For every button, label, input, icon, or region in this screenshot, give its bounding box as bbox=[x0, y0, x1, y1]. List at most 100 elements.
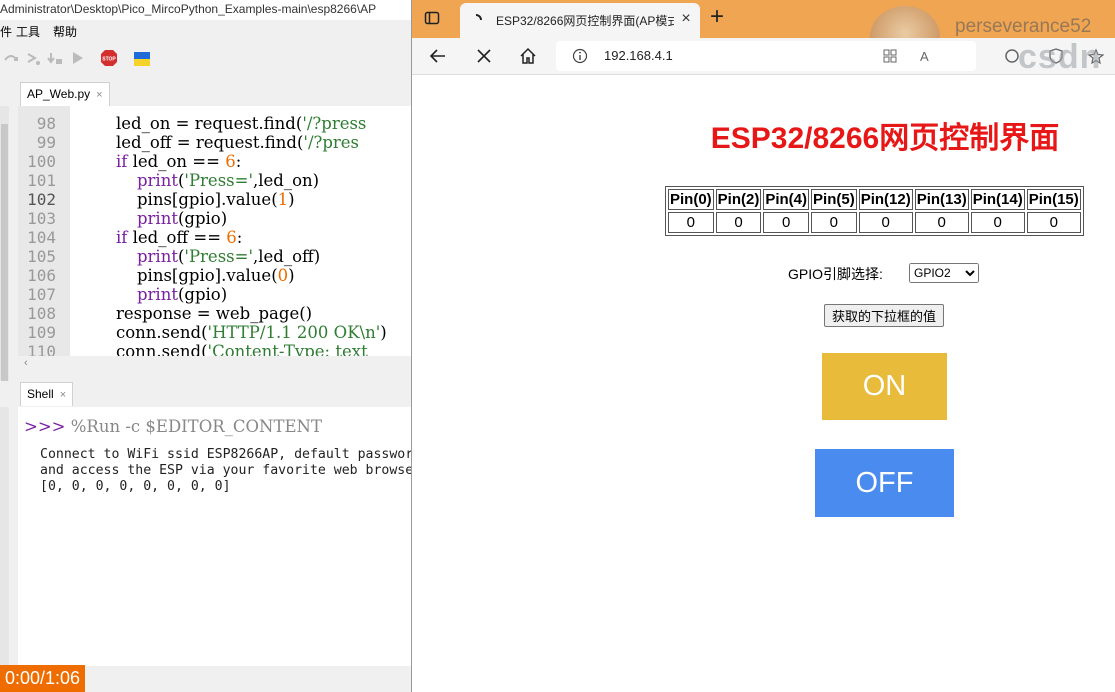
tab-close-icon[interactable]: × bbox=[678, 11, 694, 27]
line-number: 108 bbox=[27, 304, 56, 323]
menu-item-file[interactable]: 件 bbox=[0, 22, 12, 42]
home-icon[interactable] bbox=[518, 46, 538, 66]
scrollbar-thumb[interactable] bbox=[1, 124, 8, 384]
code-line: conn.send('Content-Type: text bbox=[116, 342, 368, 356]
close-icon[interactable]: × bbox=[60, 389, 66, 401]
tab-actions-icon[interactable] bbox=[424, 10, 440, 26]
code-horizontal-scrollbar[interactable]: ‹ bbox=[18, 356, 411, 371]
table-header-row: Pin(0) Pin(2) Pin(4) Pin(5) Pin(12) Pin(… bbox=[668, 189, 1081, 210]
code-line: led_on = request.find('/?press bbox=[116, 114, 367, 133]
url-text: 192.168.4.1 bbox=[604, 48, 673, 63]
ukraine-flag-icon bbox=[134, 52, 150, 66]
line-number: 107 bbox=[27, 285, 56, 304]
svg-text:A: A bbox=[920, 49, 929, 64]
debug-icon[interactable] bbox=[3, 50, 19, 66]
line-number: 104 bbox=[27, 228, 56, 247]
code-line: pins[gpio].value(1) bbox=[116, 190, 295, 209]
code-line: print(gpio) bbox=[136, 285, 228, 304]
svg-text:STOP: STOP bbox=[102, 57, 116, 63]
off-button[interactable]: OFF bbox=[815, 449, 954, 517]
line-number: 100 bbox=[27, 152, 56, 171]
code-line: if led_on == 6: bbox=[116, 152, 242, 171]
shell-tab[interactable]: Shell × bbox=[20, 382, 74, 406]
line-number: 98 bbox=[36, 114, 56, 133]
resume-icon[interactable] bbox=[69, 50, 85, 66]
code-editor[interactable]: 98 99 100 101 102 103 104 105 106 107 10… bbox=[18, 106, 411, 356]
get-dropdown-value-button[interactable]: 获取的下拉框的值 bbox=[824, 304, 944, 327]
line-number-current: 102 bbox=[27, 190, 56, 209]
pin-header: Pin(0) bbox=[668, 189, 714, 210]
table-row: 0 0 0 0 0 0 0 0 bbox=[668, 212, 1081, 233]
code-line: print('Press=',led_on) bbox=[136, 171, 320, 190]
watermark-csdn-logo: csdn bbox=[1018, 38, 1102, 76]
browser-window: ESP32/8266网页控制界面(AP模式 × + perseverance52… bbox=[411, 0, 1115, 692]
code-line: led_off = request.find('/?pres bbox=[116, 133, 360, 152]
page-title: ESP32/8266网页控制界面 bbox=[710, 122, 1060, 155]
ide-title-bar: Administrator\Desktop\Pico_MircoPython_E… bbox=[0, 0, 411, 20]
stop-loading-x-icon[interactable] bbox=[474, 46, 494, 66]
video-timestamp: 0:00/1:06 bbox=[0, 665, 85, 692]
pin-value: 0 bbox=[858, 212, 913, 233]
web-page-content: ESP32/8266网页控制界面 Pin(0) Pin(2) Pin(4) Pi… bbox=[412, 75, 1115, 692]
code-line: if led_off == 6: bbox=[116, 228, 243, 247]
read-aloud-icon[interactable]: A bbox=[918, 48, 934, 64]
step-into-icon[interactable] bbox=[47, 50, 63, 66]
step-over-icon[interactable] bbox=[25, 50, 41, 66]
shell-tab-label: Shell bbox=[27, 387, 54, 401]
pin-value: 0 bbox=[914, 212, 969, 233]
site-info-icon[interactable] bbox=[572, 48, 588, 64]
editor-tab-label: AP_Web.py bbox=[27, 87, 91, 101]
ide-toolbar: STOP bbox=[0, 46, 411, 74]
pin-header: Pin(15) bbox=[1026, 189, 1081, 210]
code-line: conn.send('HTTP/1.1 200 OK\n') bbox=[116, 323, 387, 342]
pin-value: 0 bbox=[715, 212, 762, 233]
menu-item-help[interactable]: 帮助 bbox=[53, 22, 77, 42]
pin-header: Pin(13) bbox=[914, 189, 969, 210]
line-number: 101 bbox=[27, 171, 56, 190]
shell-output-line: and access the ESP via your favorite web… bbox=[40, 463, 411, 478]
browser-tab-title: ESP32/8266网页控制界面(AP模式 bbox=[496, 14, 674, 28]
pin-status-table: Pin(0) Pin(2) Pin(4) Pin(5) Pin(12) Pin(… bbox=[665, 186, 1084, 236]
code-line: pins[gpio].value(0) bbox=[116, 266, 295, 285]
code-line: print('Press=',led_off) bbox=[136, 247, 321, 266]
browser-tab-active[interactable]: ESP32/8266网页控制界面(AP模式 × bbox=[460, 3, 700, 38]
code-line: print(gpio) bbox=[136, 209, 228, 228]
pin-header: Pin(12) bbox=[858, 189, 913, 210]
on-button[interactable]: ON bbox=[822, 353, 947, 420]
pin-header: Pin(5) bbox=[811, 189, 857, 210]
ide-menu-bar: 件 工具 帮助 bbox=[0, 22, 411, 42]
editor-tab-ap-web[interactable]: AP_Web.py × bbox=[20, 82, 110, 106]
pin-header: Pin(4) bbox=[763, 189, 810, 210]
gpio-select-label: GPIO引脚选择: bbox=[788, 266, 883, 282]
pin-value: 0 bbox=[763, 212, 810, 233]
line-number: 99 bbox=[36, 133, 56, 152]
watermark-username: perseverance52 bbox=[955, 16, 1092, 37]
browser-tab-strip: ESP32/8266网页控制界面(AP模式 × + perseverance52 bbox=[412, 0, 1115, 68]
menu-item-tools[interactable]: 工具 bbox=[16, 22, 40, 42]
shell-command: %Run -c $EDITOR_CONTENT bbox=[70, 417, 322, 436]
new-tab-plus-icon[interactable]: + bbox=[706, 5, 728, 29]
thonny-ide-window: Administrator\Desktop\Pico_MircoPython_E… bbox=[0, 0, 411, 692]
gpio-select-dropdown[interactable]: GPIO2 bbox=[909, 263, 979, 283]
code-line: response = web_page() bbox=[116, 304, 313, 323]
ide-title-path: Administrator\Desktop\Pico_MircoPython_E… bbox=[0, 2, 377, 16]
editor-tabs: AP_Web.py × bbox=[0, 82, 411, 106]
line-number: 103 bbox=[27, 209, 56, 228]
pin-value: 0 bbox=[970, 212, 1025, 233]
line-number: 105 bbox=[27, 247, 56, 266]
browser-toolbar: 192.168.4.1 A csdn bbox=[412, 38, 1115, 76]
address-bar[interactable]: 192.168.4.1 bbox=[556, 41, 976, 71]
scroll-left-icon[interactable]: ‹ bbox=[24, 357, 28, 369]
apps-icon[interactable] bbox=[882, 48, 898, 64]
shell-prompt-arrows: >>> bbox=[24, 417, 66, 436]
shell-prompt: >>> %Run -c $EDITOR_CONTENT bbox=[24, 417, 322, 436]
shell-console[interactable]: >>> %Run -c $EDITOR_CONTENT Connect to W… bbox=[18, 407, 411, 666]
pin-value: 0 bbox=[668, 212, 714, 233]
shell-tabs: Shell × bbox=[0, 381, 411, 407]
stop-icon[interactable]: STOP bbox=[100, 49, 118, 67]
shell-output-line: [0, 0, 0, 0, 0, 0, 0, 0] bbox=[40, 479, 231, 494]
close-icon[interactable]: × bbox=[96, 89, 102, 101]
back-arrow-icon[interactable] bbox=[428, 46, 448, 66]
pin-header: Pin(2) bbox=[715, 189, 762, 210]
pin-value: 0 bbox=[811, 212, 857, 233]
